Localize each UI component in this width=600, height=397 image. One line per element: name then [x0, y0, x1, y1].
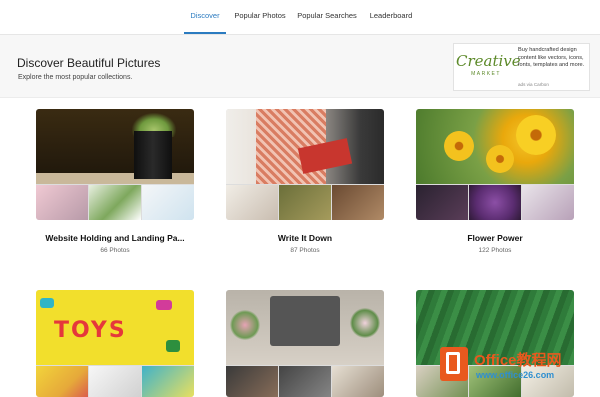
- toy-shape: [166, 340, 180, 352]
- watermark: Office教程网 www.office26.com: [440, 345, 598, 393]
- thumbnail-image: [332, 185, 384, 220]
- laptop-shape: [270, 296, 340, 346]
- collection-images[interactable]: [36, 109, 194, 220]
- thumbnail-image: [522, 185, 574, 220]
- toy-shape: [40, 298, 54, 308]
- thumbnail-image: [89, 366, 141, 397]
- watermark-name: Office教程网: [474, 352, 562, 369]
- flower-shape: [444, 131, 474, 161]
- collection-images[interactable]: [416, 109, 574, 220]
- thumbnail-image: [332, 366, 384, 397]
- thumbnail-image: [226, 185, 278, 220]
- flower-shape: [350, 308, 380, 338]
- thumbnail-image: [36, 185, 88, 220]
- collection-count: 66 Photos: [100, 247, 130, 254]
- flower-shape: [230, 310, 260, 340]
- top-nav: Discover Popular Photos Popular Searches…: [0, 0, 600, 35]
- tab-popular-photos[interactable]: Popular Photos: [230, 0, 290, 34]
- creative-market-logo[interactable]: Creative MARKET: [456, 52, 521, 78]
- collection-images[interactable]: TOYS: [36, 290, 194, 397]
- page-title: Discover Beautiful Pictures: [17, 56, 161, 70]
- cover-image: TOYS: [36, 290, 194, 365]
- collection-title[interactable]: Flower Power: [416, 233, 574, 243]
- tab-discover[interactable]: Discover: [184, 0, 226, 34]
- ad-box[interactable]: Creative MARKET Buy handcrafted design c…: [453, 43, 590, 91]
- collection-title[interactable]: Write It Down: [226, 233, 384, 243]
- ad-via-link[interactable]: ads via Carbon: [518, 82, 549, 87]
- collection-images[interactable]: [226, 290, 384, 397]
- toys-letters: TOYS: [54, 318, 127, 343]
- thumbnail-image: [469, 185, 521, 220]
- logo-sub: MARKET: [471, 71, 501, 77]
- thumbnail-image: [226, 366, 278, 397]
- ad-text[interactable]: Buy handcrafted design content like vect…: [518, 47, 588, 70]
- thumbnail-image: [89, 185, 141, 220]
- watermark-url: www.office26.com: [476, 370, 555, 380]
- office-logo-icon: [440, 347, 468, 381]
- thumbnail-image: [279, 185, 331, 220]
- tab-popular-searches[interactable]: Popular Searches: [295, 0, 359, 34]
- thumbnail-image: [142, 185, 194, 220]
- thumbnail-image: [279, 366, 331, 397]
- flower-shape: [486, 145, 514, 173]
- cover-image: [416, 109, 574, 184]
- thumbnail-image: [36, 366, 88, 397]
- thumbnail-image: [416, 185, 468, 220]
- collection-count: 87 Photos: [290, 247, 320, 254]
- cover-image: [36, 109, 194, 184]
- cover-image: [226, 109, 384, 184]
- collection-count: 122 Photos: [478, 247, 512, 254]
- toy-shape: [156, 300, 172, 310]
- thumbnail-image: [142, 366, 194, 397]
- cover-image: [226, 290, 384, 365]
- tab-leaderboard[interactable]: Leaderboard: [366, 0, 416, 34]
- pot-shape: [134, 131, 172, 179]
- page-subtitle: Explore the most popular collections.: [18, 74, 133, 81]
- collection-images[interactable]: [226, 109, 384, 220]
- collection-title[interactable]: Website Holding and Landing Pa...: [36, 233, 194, 243]
- logo-word: Creative: [456, 52, 521, 70]
- flower-shape: [516, 115, 556, 155]
